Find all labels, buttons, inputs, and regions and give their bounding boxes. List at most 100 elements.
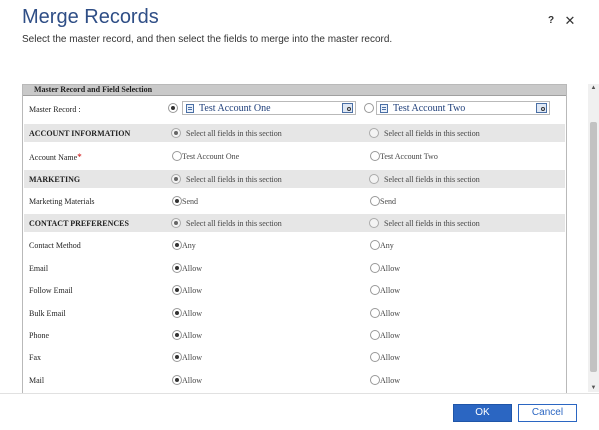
field-value-1: Allow	[182, 331, 202, 340]
section-contact-preferences: CONTACT PREFERENCES Select all fields in…	[24, 214, 565, 232]
field-value-2: Allow	[380, 286, 400, 295]
scroll-down-arrow-icon[interactable]: ▼	[588, 384, 599, 392]
field-label: Phone	[29, 331, 49, 340]
dialog-subtitle: Select the master record, and then selec…	[22, 34, 393, 45]
field-radio-1[interactable]	[172, 352, 182, 362]
record-icon	[380, 104, 388, 113]
vertical-scrollbar[interactable]: ▲ ▼	[588, 84, 599, 392]
field-value-2: Allow	[380, 264, 400, 273]
field-value-1: Any	[182, 241, 196, 250]
field-row-fax: Fax Allow Allow	[24, 348, 565, 366]
field-radio-2[interactable]	[370, 151, 380, 161]
field-row-account-name: Account Name* Test Account One Test Acco…	[24, 147, 565, 165]
section-select-all-radio-2[interactable]	[369, 174, 379, 184]
field-value-2: Allow	[380, 309, 400, 318]
field-radio-2[interactable]	[370, 375, 380, 385]
field-value-1: Test Account One	[182, 152, 240, 161]
scroll-up-arrow-icon[interactable]: ▲	[588, 84, 599, 92]
panel-header: Master Record and Field Selection	[23, 85, 566, 96]
field-label: Email	[29, 264, 49, 273]
record-icon	[186, 104, 194, 113]
field-row-mail: Mail Allow Allow	[24, 371, 565, 389]
field-radio-1[interactable]	[172, 308, 182, 318]
field-value-1: Allow	[182, 264, 202, 273]
field-radio-2[interactable]	[370, 240, 380, 250]
field-value-2: Send	[380, 197, 396, 206]
field-row-marketing-materials: Marketing Materials Send Send	[24, 192, 565, 210]
field-label: Contact Method	[29, 241, 81, 250]
section-select-all-radio-2[interactable]	[369, 218, 379, 228]
dialog-footer: OK Cancel	[0, 393, 599, 430]
master-record-radio-2[interactable]	[364, 103, 374, 113]
close-button[interactable]: ✕	[563, 14, 577, 28]
field-row-email: Email Allow Allow	[24, 259, 565, 277]
master-record-1-value: Test Account One	[199, 103, 271, 114]
lookup-search-icon[interactable]	[342, 103, 353, 113]
select-all-label: Select all fields in this section	[384, 129, 480, 138]
field-row-bulk-email: Bulk Email Allow Allow	[24, 304, 565, 322]
field-radio-1[interactable]	[172, 151, 182, 161]
select-all-label: Select all fields in this section	[384, 219, 480, 228]
field-row-phone: Phone Allow Allow	[24, 326, 565, 344]
ok-button[interactable]: OK	[453, 404, 512, 422]
select-all-label: Select all fields in this section	[384, 175, 480, 184]
required-marker: *	[77, 152, 82, 162]
field-row-follow-email: Follow Email Allow Allow	[24, 281, 565, 299]
field-value-2: Allow	[380, 353, 400, 362]
field-label: Follow Email	[29, 286, 73, 295]
merge-panel: Master Record and Field Selection Master…	[22, 84, 567, 394]
lookup-search-icon[interactable]	[536, 103, 547, 113]
section-label: CONTACT PREFERENCES	[29, 219, 129, 228]
section-select-all-radio-2[interactable]	[369, 128, 379, 138]
select-all-label: Select all fields in this section	[186, 219, 282, 228]
field-value-1: Send	[182, 197, 198, 206]
field-value-1: Allow	[182, 376, 202, 385]
section-marketing: MARKETING Select all fields in this sect…	[24, 170, 565, 188]
field-value-1: Allow	[182, 309, 202, 318]
field-label: Mail	[29, 376, 45, 385]
section-select-all-radio-1[interactable]	[171, 218, 181, 228]
field-radio-1[interactable]	[172, 285, 182, 295]
field-radio-1[interactable]	[172, 375, 182, 385]
master-record-2-value: Test Account Two	[393, 103, 466, 114]
field-value-2: Allow	[380, 376, 400, 385]
field-value-1: Allow	[182, 286, 202, 295]
panel-header-label: Master Record and Field Selection	[34, 85, 153, 94]
field-label-text: Account Name	[29, 153, 78, 162]
cancel-button[interactable]: Cancel	[518, 404, 577, 422]
field-radio-2[interactable]	[370, 263, 380, 273]
master-record-row: Master Record : Test Account One Test Ac…	[24, 97, 565, 119]
field-value-2: Any	[380, 241, 394, 250]
field-radio-1[interactable]	[172, 240, 182, 250]
section-select-all-radio-1[interactable]	[171, 174, 181, 184]
field-row-contact-method: Contact Method Any Any	[24, 236, 565, 254]
field-radio-2[interactable]	[370, 308, 380, 318]
field-radio-1[interactable]	[172, 330, 182, 340]
select-all-label: Select all fields in this section	[186, 175, 282, 184]
field-label: Account Name*	[29, 152, 82, 162]
field-label: Marketing Materials	[29, 197, 95, 206]
section-select-all-radio-1[interactable]	[171, 128, 181, 138]
field-radio-2[interactable]	[370, 330, 380, 340]
master-record-lookup-1[interactable]: Test Account One	[182, 101, 356, 115]
field-radio-1[interactable]	[172, 263, 182, 273]
scrollbar-thumb[interactable]	[590, 122, 597, 372]
field-radio-2[interactable]	[370, 352, 380, 362]
field-radio-1[interactable]	[172, 196, 182, 206]
section-account-information: ACCOUNT INFORMATION Select all fields in…	[24, 124, 565, 142]
field-value-2: Test Account Two	[380, 152, 438, 161]
field-label: Bulk Email	[29, 309, 66, 318]
master-record-radio-1[interactable]	[168, 103, 178, 113]
section-label: MARKETING	[29, 175, 81, 184]
help-button[interactable]: ?	[545, 15, 557, 27]
master-record-label: Master Record :	[29, 105, 81, 114]
section-label: ACCOUNT INFORMATION	[29, 129, 131, 138]
field-value-2: Allow	[380, 331, 400, 340]
select-all-label: Select all fields in this section	[186, 129, 282, 138]
dialog-title: Merge Records	[22, 6, 159, 28]
field-label: Fax	[29, 353, 41, 362]
field-radio-2[interactable]	[370, 285, 380, 295]
field-value-1: Allow	[182, 353, 202, 362]
master-record-lookup-2[interactable]: Test Account Two	[376, 101, 550, 115]
field-radio-2[interactable]	[370, 196, 380, 206]
